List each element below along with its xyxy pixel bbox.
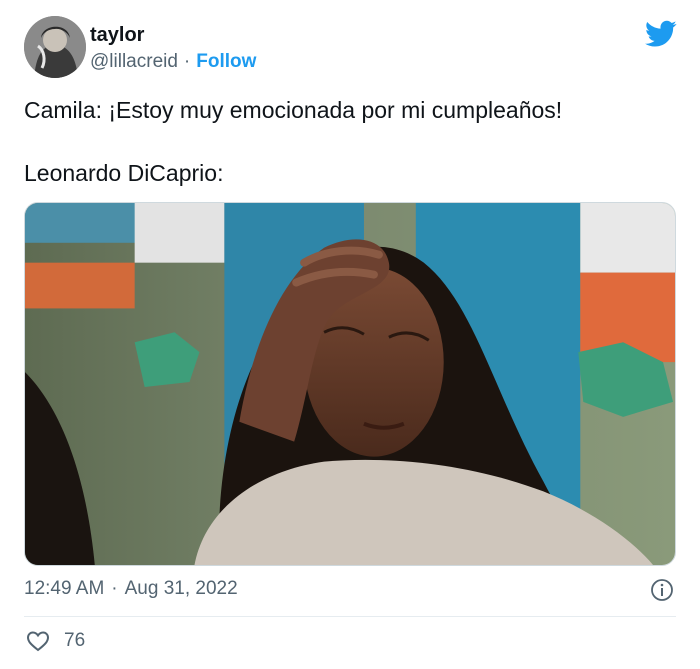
author-name[interactable]: taylor [90, 24, 144, 47]
tweet-date: Aug 31, 2022 [124, 578, 238, 599]
author-handle-row: @lillacreid · Follow [90, 51, 256, 73]
tweet-text-line-1: Camila: ¡Estoy muy emocionada por mi cum… [24, 97, 563, 123]
timestamp-separator: · [111, 578, 118, 599]
tweet-text-line-2: Leonardo DiCaprio: [24, 160, 224, 186]
like-count: 76 [64, 630, 86, 651]
avatar-image [24, 16, 86, 78]
avatar[interactable] [24, 16, 86, 78]
tweet-timestamp[interactable]: 12:49 AM · Aug 31, 2022 [24, 578, 238, 600]
tweet-card: taylor @lillacreid · Follow Camila: ¡Estoy… [0, 0, 700, 669]
divider [24, 616, 676, 617]
handle-separator: · [183, 51, 191, 72]
media-photo [25, 203, 675, 565]
follow-button[interactable]: Follow [196, 51, 256, 72]
twitter-bird-icon[interactable] [645, 20, 677, 48]
author-handle[interactable]: @lillacreid [90, 51, 178, 72]
tweet-time: 12:49 AM [24, 578, 105, 599]
heart-icon[interactable] [26, 630, 50, 652]
tweet-media-image[interactable] [24, 202, 676, 566]
info-icon[interactable] [650, 578, 674, 602]
